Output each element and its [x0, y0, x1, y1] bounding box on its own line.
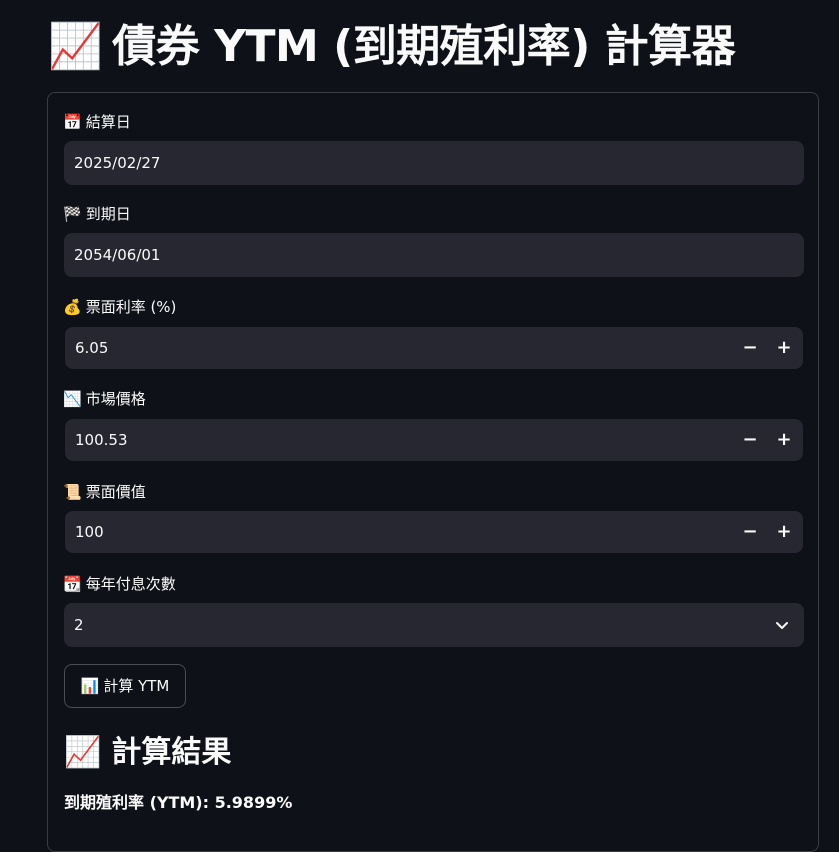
calendar-icon: 📅: [63, 113, 82, 131]
face-value-value: 100: [75, 523, 104, 541]
calculate-ytm-button[interactable]: 📊 計算 YTM: [64, 664, 186, 708]
market-price-value: 100.53: [75, 431, 128, 449]
frequency-select[interactable]: 2: [64, 603, 804, 647]
face-value-increment-button[interactable]: +: [767, 511, 801, 553]
scroll-icon: 📜: [63, 483, 82, 501]
coupon-rate-input[interactable]: 6.05 − +: [65, 327, 803, 369]
face-value-input[interactable]: 100 − +: [65, 511, 803, 553]
coupon-rate-decrement-button[interactable]: −: [733, 327, 767, 369]
market-price-label: 📉 市場價格: [63, 389, 146, 409]
tear-off-calendar-icon: 📆: [63, 575, 82, 593]
maturity-date-value: 2054/06/01: [74, 246, 161, 264]
results-heading-text: 計算結果: [111, 735, 232, 770]
chart-increasing-icon: 📈: [64, 735, 102, 770]
settlement-date-input[interactable]: 2025/02/27: [64, 141, 804, 185]
bar-chart-icon: 📊: [80, 677, 100, 695]
market-price-label-text: 市場價格: [85, 390, 146, 408]
chevron-down-icon[interactable]: [774, 617, 790, 633]
checkered-flag-icon: 🏁: [63, 205, 82, 223]
settlement-date-label: 📅 結算日: [63, 112, 131, 132]
money-bag-icon: 💰: [63, 298, 82, 316]
maturity-date-label-text: 到期日: [85, 205, 131, 223]
face-value-label: 📜 票面價值: [63, 482, 146, 502]
market-price-decrement-button[interactable]: −: [733, 419, 767, 461]
frequency-label-text: 每年付息次數: [85, 575, 176, 593]
maturity-date-label: 🏁 到期日: [63, 204, 131, 224]
calculate-ytm-button-label: 計算 YTM: [103, 677, 170, 695]
frequency-label: 📆 每年付息次數: [63, 574, 176, 594]
chart-increasing-icon: 📈: [48, 21, 103, 72]
settlement-date-value: 2025/02/27: [74, 154, 161, 172]
frequency-value: 2: [74, 616, 84, 634]
market-price-input[interactable]: 100.53 − +: [65, 419, 803, 461]
coupon-rate-label: 💰 票面利率 (%): [63, 297, 176, 317]
maturity-date-input[interactable]: 2054/06/01: [64, 233, 804, 277]
face-value-label-text: 票面價值: [85, 483, 146, 501]
coupon-rate-value: 6.05: [75, 339, 109, 357]
market-price-increment-button[interactable]: +: [767, 419, 801, 461]
chart-decreasing-icon: 📉: [63, 390, 82, 408]
page-title: 📈 債券 YTM (到期殖利率) 計算器: [48, 18, 736, 76]
results-heading: 📈 計算結果: [64, 730, 231, 776]
face-value-decrement-button[interactable]: −: [733, 511, 767, 553]
settlement-date-label-text: 結算日: [85, 113, 131, 131]
page-title-text: 債券 YTM (到期殖利率) 計算器: [112, 21, 736, 72]
coupon-rate-increment-button[interactable]: +: [767, 327, 801, 369]
coupon-rate-label-text: 票面利率 (%): [85, 298, 177, 316]
ytm-result-text: 到期殖利率 (YTM): 5.9899%: [64, 793, 293, 812]
